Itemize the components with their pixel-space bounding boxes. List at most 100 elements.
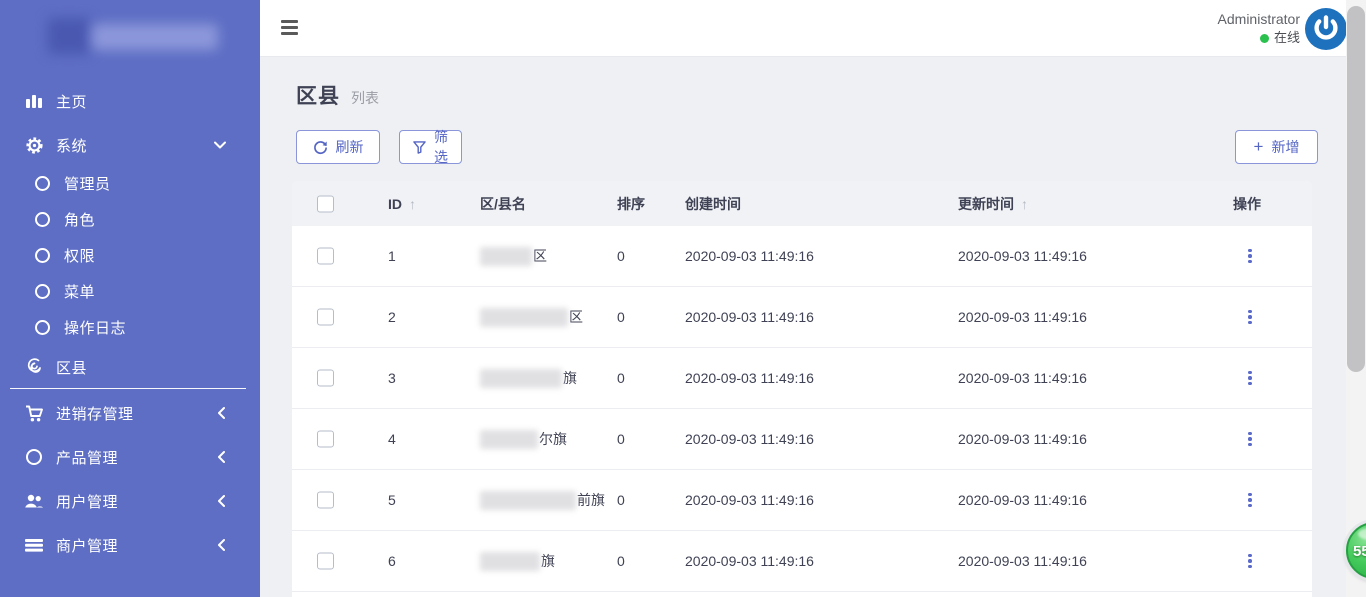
chevron-left-icon	[217, 407, 226, 419]
table-body: 1 区 0 2020-09-03 11:49:16 2020-09-03 11:…	[292, 226, 1312, 592]
column-header-actions: 操作	[1233, 194, 1261, 214]
chevron-down-icon	[214, 141, 226, 150]
cell-sort: 0	[617, 553, 625, 569]
cell-id: 2	[388, 309, 396, 325]
sidebar-item-user-management[interactable]: 用户管理	[0, 484, 260, 518]
sort-asc-icon: ↑	[1021, 196, 1028, 212]
sidebar-item-admins[interactable]: 管理员	[0, 166, 260, 200]
sidebar: 主页 系统 管理员 角色 权限 菜单 操作日志 区县	[0, 0, 260, 597]
select-all-checkbox[interactable]	[317, 195, 334, 212]
user-avatar[interactable]	[1305, 8, 1347, 50]
row-actions-menu-icon[interactable]	[1242, 552, 1258, 570]
cell-created-time: 2020-09-03 11:49:16	[685, 370, 814, 386]
hamburger-menu-icon[interactable]	[281, 20, 298, 35]
column-header-district-name: 区/县名	[480, 194, 526, 214]
cell-updated-time: 2020-09-03 11:49:16	[958, 370, 1087, 386]
cell-sort: 0	[617, 248, 625, 264]
sidebar-item-system[interactable]: 系统	[0, 128, 260, 162]
sidebar-item-operation-logs[interactable]: 操作日志	[0, 310, 260, 344]
add-button-label: 新增	[1271, 137, 1299, 157]
sidebar-item-districts[interactable]: 区县	[0, 350, 260, 384]
sidebar-item-label: 菜单	[64, 281, 95, 302]
district-name-suffix: 前旗	[577, 490, 605, 510]
row-checkbox[interactable]	[317, 370, 334, 387]
redacted-name-blur	[480, 247, 532, 266]
district-name-suffix: 旗	[541, 551, 555, 571]
add-button[interactable]: + 新增	[1235, 130, 1318, 164]
sidebar-item-home[interactable]: 主页	[0, 84, 260, 118]
chevron-left-icon	[217, 451, 226, 463]
cell-sort: 0	[617, 309, 625, 325]
online-status-dot	[1260, 34, 1269, 43]
logo-mark-redacted	[48, 18, 90, 54]
sidebar-item-permissions[interactable]: 权限	[0, 238, 260, 272]
column-header-id[interactable]: ID↑	[388, 196, 402, 212]
badge-shine	[1358, 528, 1366, 540]
redacted-name-blur	[480, 491, 576, 510]
sidebar-item-menus[interactable]: 菜单	[0, 274, 260, 308]
hurricane-spiral-icon	[24, 358, 44, 376]
page-scrollbar-thumb[interactable]	[1347, 6, 1365, 372]
row-checkbox[interactable]	[317, 431, 334, 448]
row-actions-menu-icon[interactable]	[1242, 308, 1258, 326]
cell-district-name: 旗	[480, 551, 555, 571]
row-actions-menu-icon[interactable]	[1242, 491, 1258, 509]
column-header-created-time: 创建时间	[685, 194, 741, 214]
filter-funnel-icon	[413, 141, 426, 154]
sidebar-item-label: 主页	[56, 91, 87, 112]
district-name-suffix: 尔旗	[539, 429, 567, 449]
row-checkbox[interactable]	[317, 553, 334, 570]
cell-sort: 0	[617, 370, 625, 386]
row-checkbox[interactable]	[317, 309, 334, 326]
sidebar-item-label: 商户管理	[56, 535, 118, 556]
cell-created-time: 2020-09-03 11:49:16	[685, 492, 814, 508]
gear-icon	[24, 136, 44, 155]
cell-district-name: 尔旗	[480, 429, 567, 449]
column-header-sort: 排序	[617, 194, 645, 214]
refresh-button[interactable]: 刷新	[296, 130, 380, 164]
row-checkbox[interactable]	[317, 248, 334, 265]
column-header-updated-time[interactable]: 更新时间↑	[958, 194, 1014, 214]
redacted-name-blur	[480, 308, 568, 327]
sidebar-item-label: 操作日志	[64, 317, 126, 338]
circle-icon	[32, 248, 52, 263]
badge-count: 55	[1353, 543, 1366, 560]
table-row: 4 尔旗 0 2020-09-03 11:49:16 2020-09-03 11…	[292, 409, 1312, 470]
online-status-label: 在线	[1274, 29, 1300, 47]
circle-icon	[24, 449, 44, 465]
user-info: Administrator 在线	[1218, 9, 1300, 47]
page-title: 区县	[296, 80, 340, 110]
sidebar-item-product-management[interactable]: 产品管理	[0, 440, 260, 474]
sidebar-item-label: 角色	[64, 209, 95, 230]
sort-asc-icon: ↑	[409, 196, 416, 212]
filter-button-label: 筛选	[434, 127, 448, 167]
page-header: 区县 列表	[296, 80, 379, 110]
table-row: 3 旗 0 2020-09-03 11:49:16 2020-09-03 11:…	[292, 348, 1312, 409]
refresh-button-label: 刷新	[336, 137, 364, 157]
row-actions-menu-icon[interactable]	[1242, 369, 1258, 387]
sidebar-item-merchant-management[interactable]: 商户管理	[0, 528, 260, 562]
users-icon	[24, 493, 44, 509]
cell-updated-time: 2020-09-03 11:49:16	[958, 553, 1087, 569]
row-actions-menu-icon[interactable]	[1242, 430, 1258, 448]
row-checkbox[interactable]	[317, 492, 334, 509]
list-bars-icon	[24, 538, 44, 552]
cell-sort: 0	[617, 431, 625, 447]
sidebar-item-inventory-management[interactable]: 进销存管理	[0, 396, 260, 430]
cell-id: 5	[388, 492, 396, 508]
refresh-icon	[313, 140, 328, 155]
page-subtitle: 列表	[351, 88, 379, 108]
district-name-suffix: 区	[533, 246, 547, 266]
sidebar-item-label: 权限	[64, 245, 95, 266]
cell-id: 4	[388, 431, 396, 447]
chevron-left-icon	[217, 539, 226, 551]
table-row: 2 区 0 2020-09-03 11:49:16 2020-09-03 11:…	[292, 287, 1312, 348]
row-actions-menu-icon[interactable]	[1242, 247, 1258, 265]
logo-text-redacted	[92, 24, 218, 50]
filter-button[interactable]: 筛选	[399, 130, 462, 164]
cell-district-name: 区	[480, 246, 547, 266]
circle-icon	[32, 176, 52, 191]
cell-created-time: 2020-09-03 11:49:16	[685, 431, 814, 447]
circle-icon	[32, 320, 52, 335]
sidebar-item-roles[interactable]: 角色	[0, 202, 260, 236]
